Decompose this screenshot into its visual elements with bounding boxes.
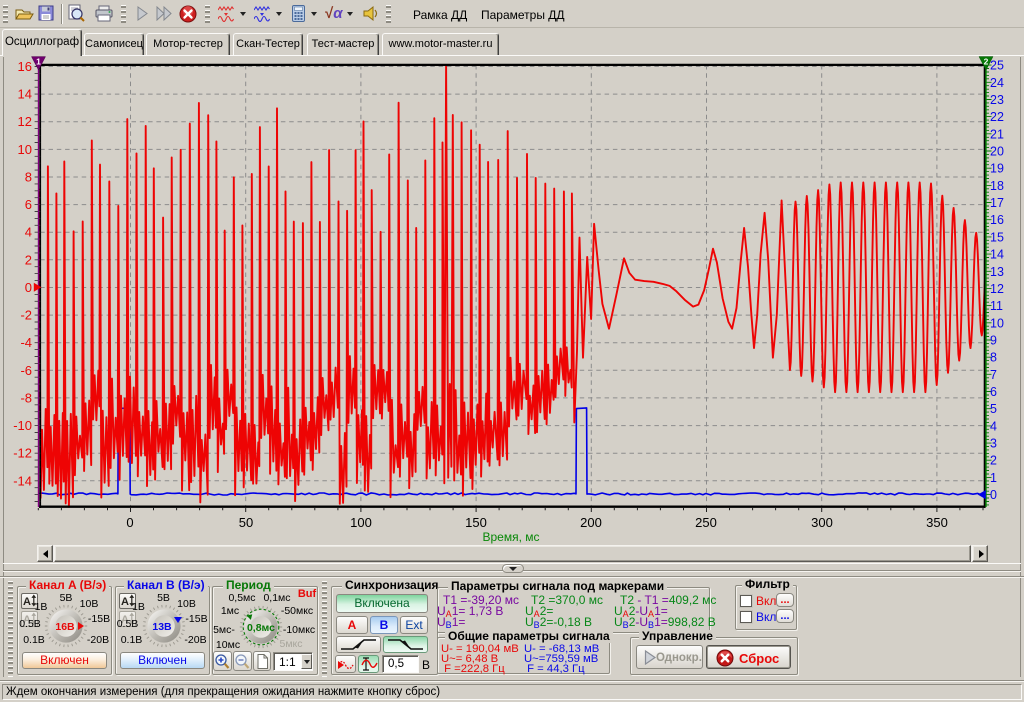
- svg-text:5: 5: [990, 402, 997, 416]
- svg-text:25: 25: [990, 59, 1004, 73]
- svg-text:-14: -14: [13, 473, 32, 488]
- svg-text:8: 8: [25, 170, 32, 185]
- svg-text:12: 12: [18, 114, 32, 129]
- svg-text:15: 15: [990, 230, 1004, 244]
- svg-text:A: A: [23, 596, 31, 607]
- svg-text:17: 17: [990, 196, 1004, 210]
- svg-text:8: 8: [990, 351, 997, 365]
- svg-text:10: 10: [990, 316, 1004, 330]
- svg-text:4: 4: [990, 419, 997, 433]
- svg-text:1: 1: [990, 471, 997, 485]
- svg-text:-10: -10: [13, 418, 32, 433]
- svg-text:6: 6: [990, 385, 997, 399]
- svg-text:21: 21: [990, 127, 1004, 141]
- svg-text:-8: -8: [20, 390, 32, 405]
- svg-text:6: 6: [25, 197, 32, 212]
- svg-text:23: 23: [990, 93, 1004, 107]
- svg-text:0: 0: [990, 488, 997, 502]
- svg-text:19: 19: [990, 162, 1004, 176]
- svg-text:4: 4: [25, 225, 32, 240]
- svg-text:250: 250: [695, 515, 717, 530]
- svg-text:2: 2: [984, 57, 989, 67]
- svg-text:13: 13: [990, 265, 1004, 279]
- svg-text:-6: -6: [20, 363, 32, 378]
- svg-text:2: 2: [25, 252, 32, 267]
- svg-text:Время, мс: Время, мс: [482, 530, 539, 544]
- svg-text:A: A: [121, 596, 129, 607]
- svg-text:150: 150: [465, 515, 487, 530]
- svg-text:20: 20: [990, 145, 1004, 159]
- svg-text:10: 10: [18, 142, 32, 157]
- svg-text:300: 300: [811, 515, 833, 530]
- svg-text:0: 0: [126, 515, 133, 530]
- svg-text:7: 7: [990, 368, 997, 382]
- svg-text:12: 12: [990, 282, 1004, 296]
- svg-text:0: 0: [25, 280, 32, 295]
- svg-text:22: 22: [990, 110, 1004, 124]
- svg-text:24: 24: [990, 76, 1004, 90]
- svg-text:-2: -2: [20, 308, 32, 323]
- svg-text:-12: -12: [13, 446, 32, 461]
- svg-text:18: 18: [990, 179, 1004, 193]
- svg-text:100: 100: [350, 515, 372, 530]
- svg-text:200: 200: [580, 515, 602, 530]
- svg-text:11: 11: [990, 299, 1003, 313]
- svg-text:16: 16: [18, 59, 32, 74]
- svg-text:14: 14: [18, 87, 32, 102]
- svg-text:2: 2: [990, 454, 997, 468]
- svg-text:14: 14: [990, 248, 1004, 262]
- svg-text:9: 9: [990, 334, 997, 348]
- svg-text:350: 350: [926, 515, 948, 530]
- svg-text:-4: -4: [20, 335, 32, 350]
- svg-text:3: 3: [990, 437, 997, 451]
- svg-text:16: 16: [990, 213, 1004, 227]
- svg-text:1: 1: [36, 57, 41, 67]
- svg-text:50: 50: [239, 515, 253, 530]
